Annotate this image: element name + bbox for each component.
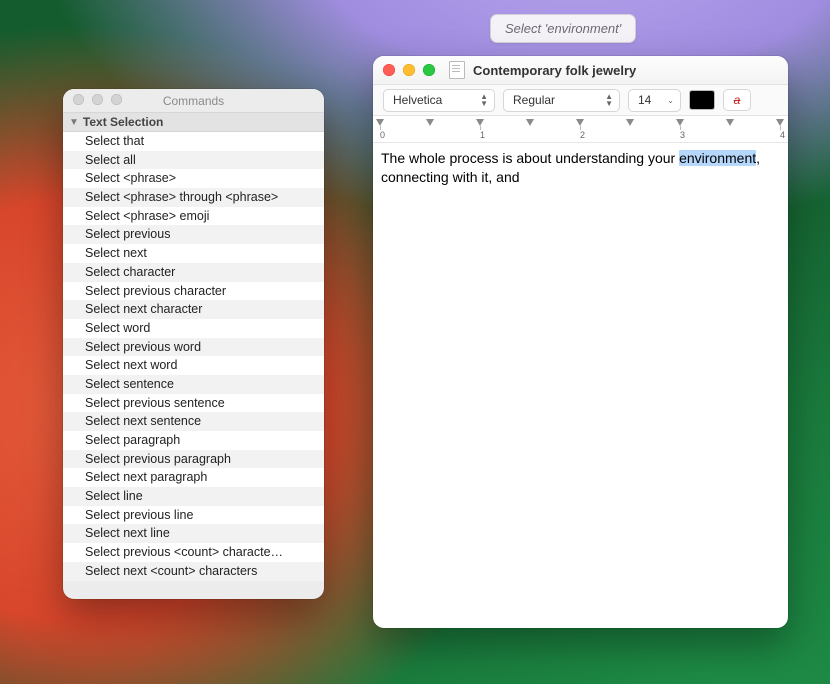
tab-stop-icon[interactable] (726, 119, 734, 126)
command-row[interactable]: Select next paragraph (63, 468, 324, 487)
updown-icon: ▲▼ (605, 93, 613, 107)
commands-list: Select thatSelect allSelect <phrase>Sele… (63, 132, 324, 599)
document-titlebar[interactable]: Contemporary folk jewelry (373, 56, 788, 85)
commands-group-header[interactable]: ▼ Text Selection (63, 112, 324, 132)
close-icon[interactable] (73, 94, 84, 105)
format-toolbar: Helvetica ▲▼ Regular ▲▼ 14 ⌄ a (373, 85, 788, 116)
zoom-icon[interactable] (423, 64, 435, 76)
command-row[interactable]: Select line (63, 487, 324, 506)
command-row[interactable]: Select next sentence (63, 412, 324, 431)
tab-stop-icon[interactable] (426, 119, 434, 126)
text-color-swatch[interactable] (689, 90, 715, 110)
command-row[interactable]: Select character (63, 263, 324, 282)
tab-stop-icon[interactable] (376, 119, 384, 126)
close-icon[interactable] (383, 64, 395, 76)
command-row[interactable]: Select word (63, 319, 324, 338)
desktop-background: Select 'environment' Commands ▼ Text Sel… (0, 0, 830, 684)
command-row[interactable]: Select next (63, 244, 324, 263)
command-row[interactable]: Select all (63, 151, 324, 170)
selected-text: environment (679, 150, 756, 166)
command-row[interactable]: Select previous paragraph (63, 450, 324, 469)
chevron-down-icon: ▼ (69, 117, 79, 128)
tab-stop-icon[interactable] (626, 119, 634, 126)
font-family-select[interactable]: Helvetica ▲▼ (383, 89, 495, 112)
tab-stop-icon[interactable] (576, 119, 584, 126)
body-text-before: The whole process is about understanding… (381, 150, 679, 166)
command-row[interactable]: Select previous word (63, 338, 324, 357)
command-row[interactable]: Select previous (63, 225, 324, 244)
updown-icon: ▲▼ (480, 93, 488, 107)
document-icon (449, 61, 465, 79)
commands-window-title: Commands (163, 94, 224, 108)
command-row[interactable]: Select <phrase> (63, 169, 324, 188)
font-family-value: Helvetica (393, 93, 442, 107)
clear-formatting-button[interactable]: a (723, 89, 751, 111)
stepper-icon: ⌄ (667, 96, 674, 105)
commands-group-label: Text Selection (83, 115, 163, 129)
ruler[interactable] (373, 116, 788, 143)
traffic-lights-disabled (73, 94, 122, 105)
document-window: Contemporary folk jewelry Helvetica ▲▼ R… (373, 56, 788, 628)
document-title: Contemporary folk jewelry (473, 63, 636, 78)
minimize-icon[interactable] (92, 94, 103, 105)
command-row[interactable]: Select previous line (63, 506, 324, 525)
siri-suggestion-pill: Select 'environment' (490, 14, 636, 43)
command-row[interactable]: Select <phrase> through <phrase> (63, 188, 324, 207)
tab-stop-icon[interactable] (526, 119, 534, 126)
command-row[interactable]: Select paragraph (63, 431, 324, 450)
command-row[interactable]: Select previous sentence (63, 394, 324, 413)
command-row[interactable]: Select next line (63, 524, 324, 543)
font-size-value: 14 (638, 93, 651, 107)
clear-formatting-glyph: a (734, 93, 741, 107)
font-style-value: Regular (513, 93, 555, 107)
command-row[interactable]: Select next <count> characters (63, 562, 324, 581)
commands-window: Commands ▼ Text Selection Select thatSel… (63, 89, 324, 599)
minimize-icon[interactable] (403, 64, 415, 76)
zoom-icon[interactable] (111, 94, 122, 105)
command-row[interactable]: Select <phrase> emoji (63, 207, 324, 226)
font-style-select[interactable]: Regular ▲▼ (503, 89, 620, 112)
command-row[interactable]: Select that (63, 132, 324, 151)
command-row[interactable]: Select next word (63, 356, 324, 375)
command-row[interactable]: Select previous <count> characte… (63, 543, 324, 562)
command-row[interactable]: Select sentence (63, 375, 324, 394)
tab-stop-icon[interactable] (676, 119, 684, 126)
tab-stop-icon[interactable] (476, 119, 484, 126)
command-row[interactable]: Select previous character (63, 282, 324, 301)
document-body[interactable]: The whole process is about understanding… (373, 143, 788, 628)
tab-stop-icon[interactable] (776, 119, 784, 126)
commands-titlebar[interactable]: Commands (63, 89, 324, 112)
traffic-lights (383, 64, 435, 76)
font-size-stepper[interactable]: 14 ⌄ (628, 89, 681, 112)
command-row[interactable]: Select next character (63, 300, 324, 319)
